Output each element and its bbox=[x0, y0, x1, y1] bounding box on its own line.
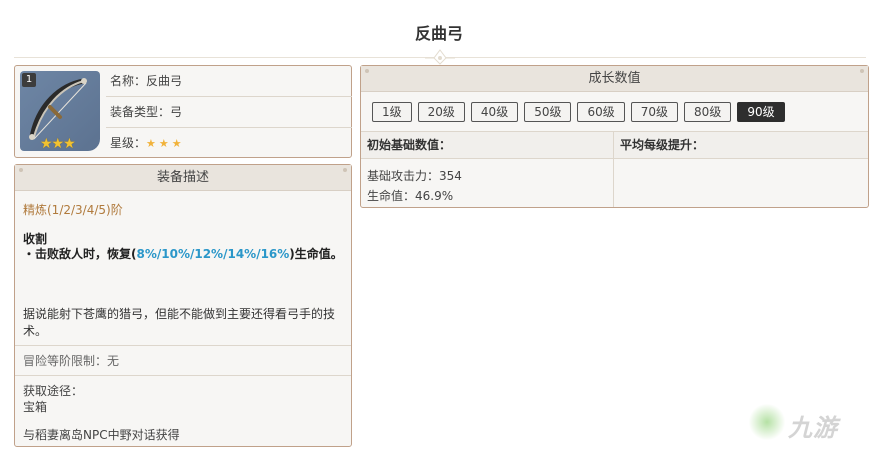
title-ornament-icon bbox=[425, 49, 455, 65]
weapon-name: 名称：反曲弓 bbox=[106, 66, 352, 97]
level-tab-40[interactable]: 40级 bbox=[470, 102, 519, 122]
stats-table-body: 基础攻击力：354 生命值：46.9% bbox=[361, 159, 868, 207]
growth-stats-header: 平均每级提升： bbox=[620, 138, 705, 152]
passive-suffix: )生命值。 bbox=[289, 247, 343, 261]
watermark-text: 九游 bbox=[788, 414, 838, 442]
passive-values: 8%/10%/12%/14%/16% bbox=[136, 247, 290, 261]
obtain-label: 获取途径： bbox=[23, 384, 84, 398]
watermark-glow bbox=[748, 404, 786, 440]
weapon-image: 1 ★★★ bbox=[20, 71, 100, 151]
ascension-limit: 冒险等阶限制：无 bbox=[15, 345, 351, 375]
stats-table-header: 初始基础数值： 平均每级提升： bbox=[361, 131, 868, 159]
refinement-label: 精炼(1/2/3/4/5)阶 bbox=[23, 203, 123, 217]
weapon-type: 装备类型：弓 bbox=[106, 97, 352, 128]
star-icon: ★★★ bbox=[146, 137, 185, 150]
stats-panel: 成长数值 1级 20级 40级 50级 60级 70级 80级 90级 初始基础… bbox=[360, 65, 869, 208]
refine-level-badge: 1 bbox=[22, 73, 36, 87]
weapon-rarity-label: 星级： bbox=[110, 136, 147, 150]
description-panel: 装备描述 精炼(1/2/3/4/5)阶 收割 ・击败敌人时，恢复(8%/10%/… bbox=[14, 164, 352, 447]
weapon-info-rows: 名称：反曲弓 装备类型：弓 星级：★★★ bbox=[106, 66, 352, 157]
obtain-source-chest: 宝箱 bbox=[23, 400, 48, 414]
weapon-info-card: 1 ★★★ 名称：反曲弓 装备类型：弓 星级：★★★ bbox=[14, 65, 352, 158]
stats-header: 成长数值 bbox=[361, 66, 868, 92]
level-tabs: 1级 20级 40级 50级 60级 70级 80级 90级 bbox=[372, 102, 785, 122]
base-stats-header: 初始基础数值： bbox=[361, 132, 614, 159]
level-tab-70[interactable]: 70级 bbox=[630, 102, 679, 122]
passive-prefix: ・击败敌人时，恢复( bbox=[23, 247, 137, 261]
level-tab-80[interactable]: 80级 bbox=[684, 102, 732, 122]
level-tab-20[interactable]: 20级 bbox=[417, 102, 465, 122]
level-tab-1[interactable]: 1级 bbox=[372, 102, 412, 122]
base-atk-value: 基础攻击力：354 bbox=[367, 169, 462, 183]
level-tab-90[interactable]: 90级 bbox=[737, 102, 785, 122]
base-stats-cell: 基础攻击力：354 生命值：46.9% bbox=[361, 159, 614, 207]
level-tab-50[interactable]: 50级 bbox=[524, 102, 572, 122]
weapon-rarity: 星级：★★★ bbox=[106, 128, 352, 159]
growth-stats-cell bbox=[614, 159, 868, 207]
passive-text: ・击败敌人时，恢复(8%/10%/12%/14%/16%)生命值。 bbox=[23, 245, 343, 262]
obtain-source-npc: 与稻妻离岛NPC中野对话获得 bbox=[23, 428, 180, 442]
level-tab-60[interactable]: 60级 bbox=[577, 102, 625, 122]
watermark-logo: 九游 bbox=[748, 402, 873, 442]
lore-text: 据说能射下苍鹰的猎弓，但能不能做到主要还得看弓手的技术。 bbox=[23, 307, 336, 338]
description-header: 装备描述 bbox=[15, 165, 351, 191]
page-title: 反曲弓 bbox=[414, 24, 463, 43]
base-hp-value: 生命值：46.9% bbox=[367, 189, 454, 203]
weapon-stars-icon: ★★★ bbox=[40, 136, 76, 151]
obtain-section: 获取途径： 宝箱 与稻妻离岛NPC中野对话获得 bbox=[15, 375, 351, 445]
